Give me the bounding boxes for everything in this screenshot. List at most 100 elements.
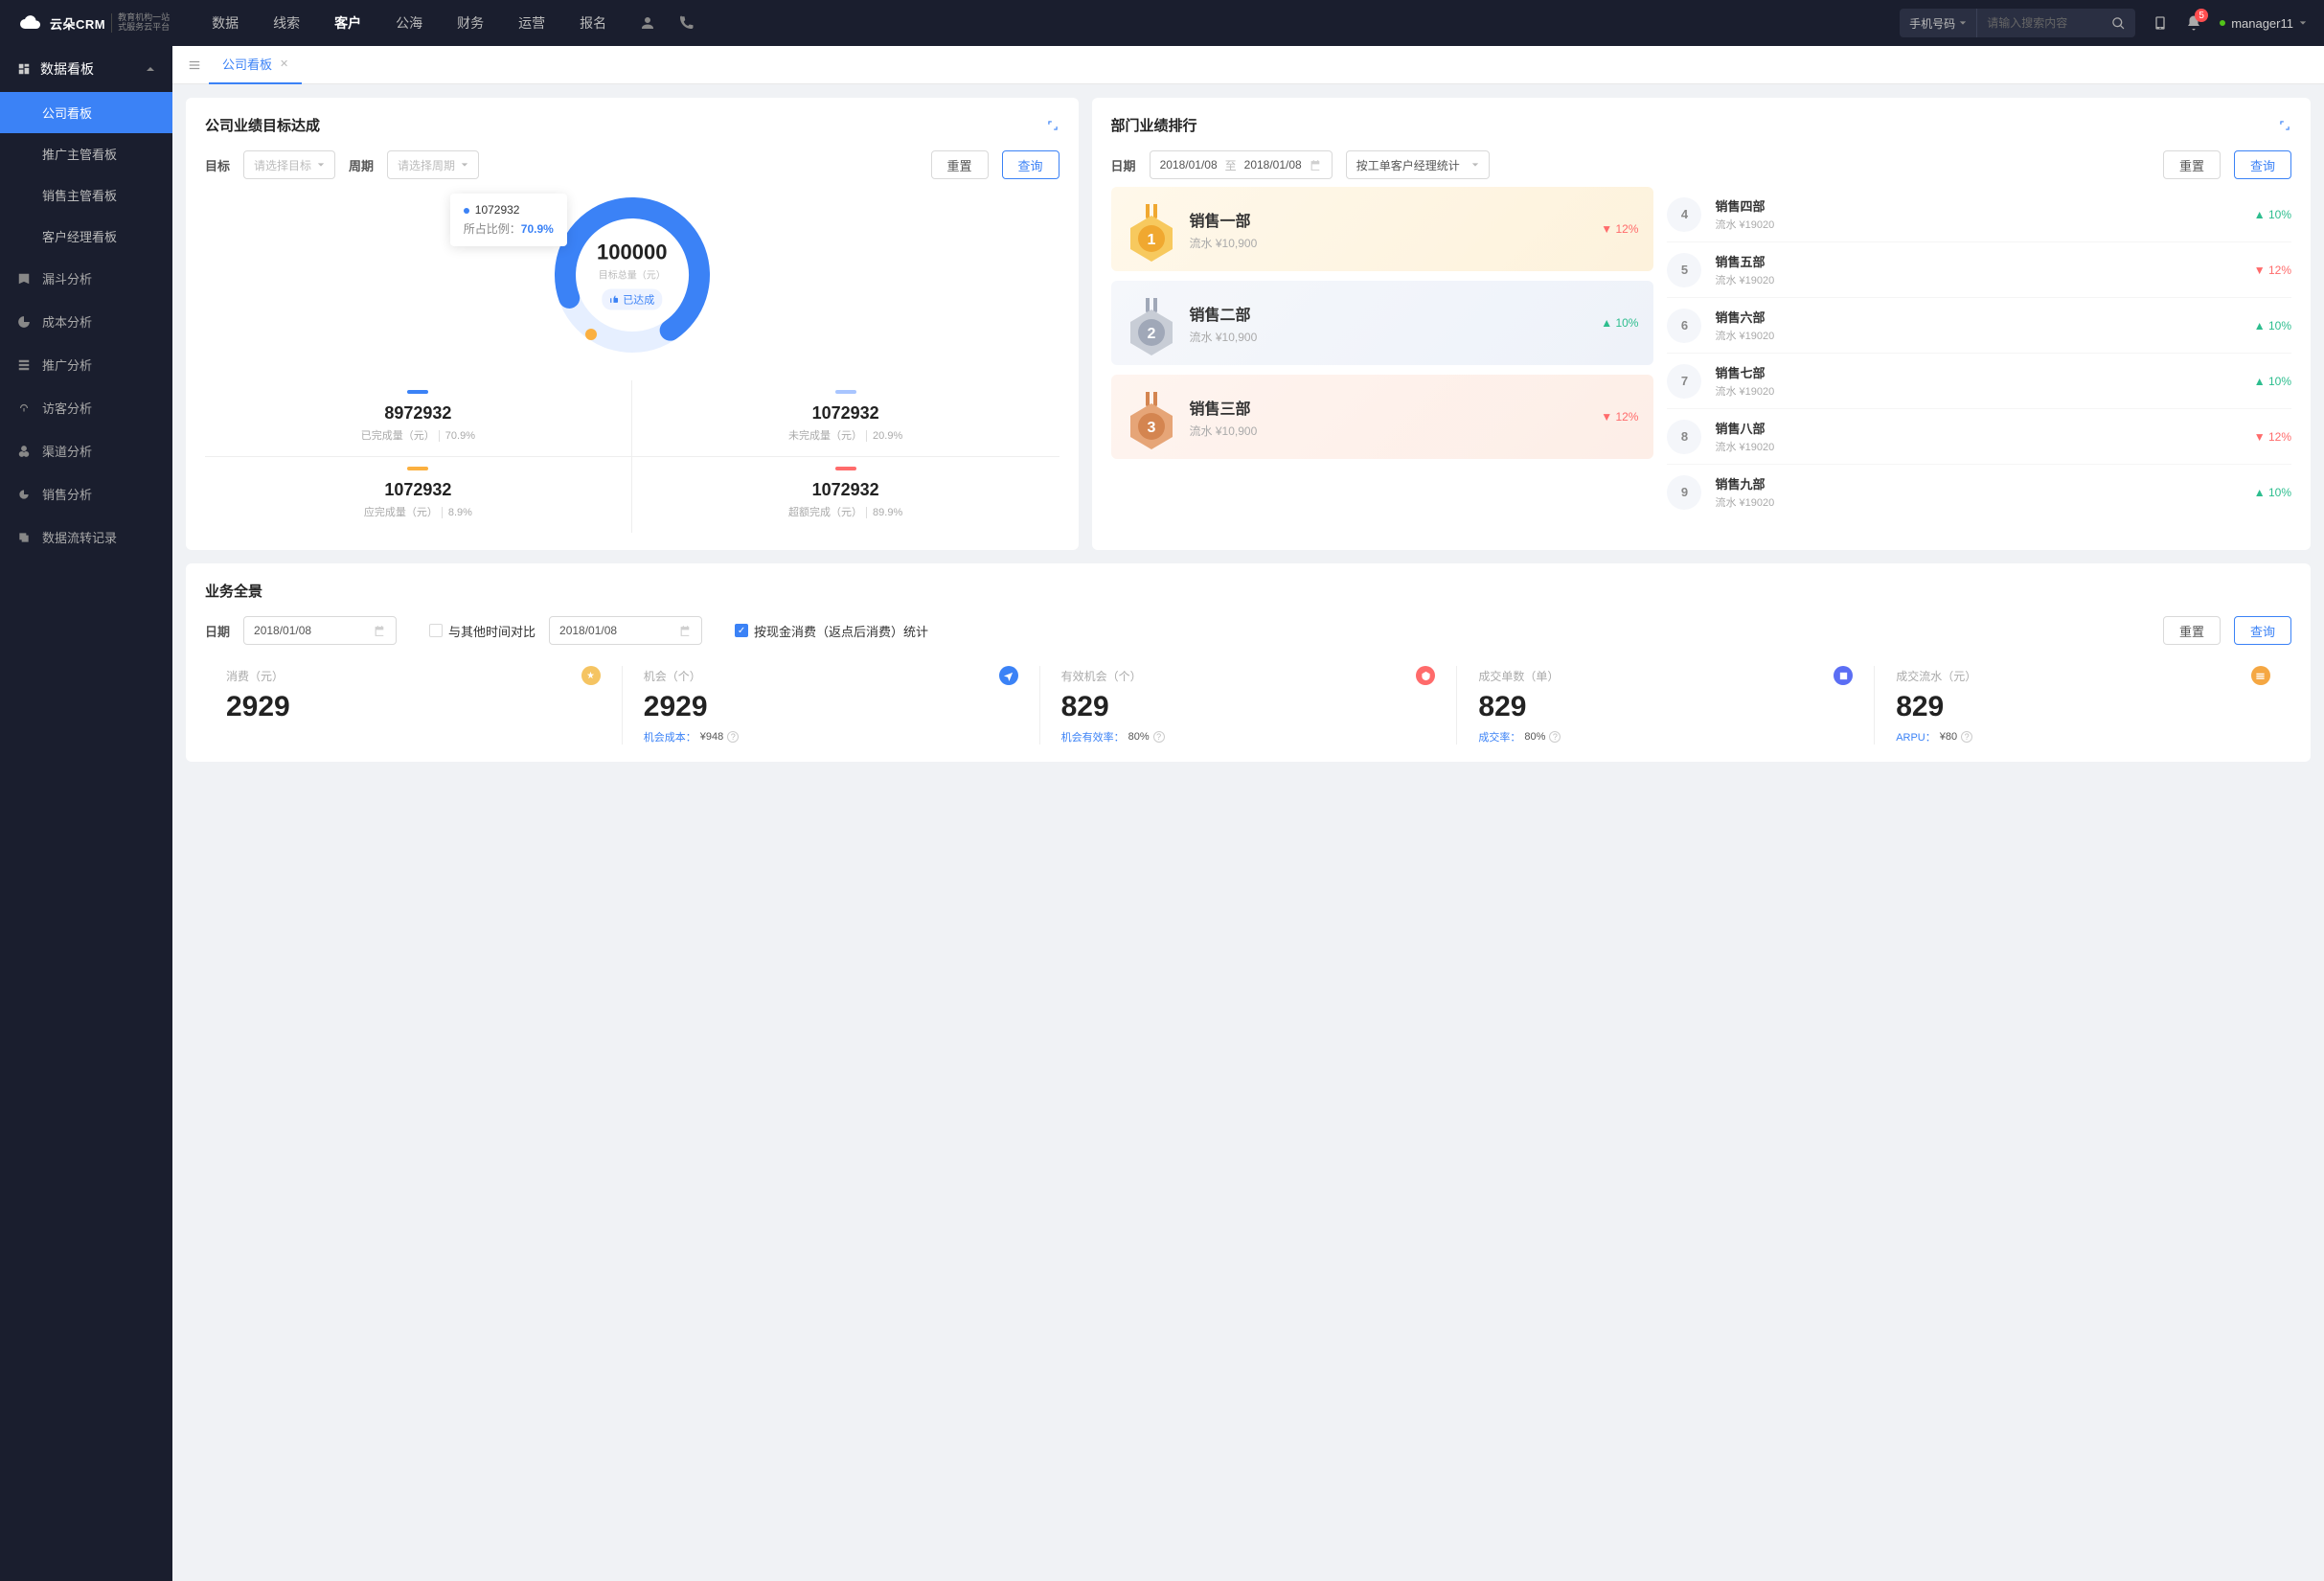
rank-card-top[interactable]: 3销售三部流水 ¥10,900▼ 12% [1111,375,1654,459]
goal-metric: 1072932应完成量（元）8.9% [205,457,632,533]
rank-card: 部门业绩排行 日期 2018/01/08 至 2018/01/08 [1092,98,2311,550]
chevron-down-icon [1959,19,1967,27]
search-button[interactable] [2102,16,2135,31]
rank-number: 4 [1667,197,1701,232]
trend-badge: ▼ 12% [2254,430,2291,444]
reset-button[interactable]: 重置 [2163,616,2221,645]
side-icon [17,401,31,415]
chart-tooltip: 1072932 所占比例：70.9% [450,194,567,246]
sidebar-group-header[interactable]: 数据看板 [0,46,172,92]
dashboard-icon [17,62,31,76]
sidebar-sub-item[interactable]: 公司看板 [0,92,172,133]
sidebar-item[interactable]: 访客分析 [0,386,172,429]
rank-row[interactable]: 7销售七部流水 ¥19020▲ 10% [1667,353,2291,408]
period-select[interactable]: 请选择周期 [387,150,479,179]
nav-item-6[interactable]: 报名 [576,0,610,46]
side-icon [17,445,31,458]
medal-icon: 2 [1127,298,1176,348]
kpi-value: 2929 [226,691,601,723]
rank-number: 5 [1667,253,1701,287]
donut-center-value: 100000 [597,241,667,265]
side-icon [17,272,31,286]
date-picker-1[interactable]: 2018/01/08 [243,616,397,645]
reset-button[interactable]: 重置 [931,150,989,179]
kpi-card: 消费（元）2929 [205,666,622,745]
kpi-value: 2929 [644,691,1018,723]
query-button[interactable]: 查询 [1002,150,1059,179]
kpi-card: 成交流水（元）829ARPU：¥80? [1874,666,2291,745]
svg-text:3: 3 [1147,420,1155,436]
search-input[interactable] [1977,16,2102,30]
kpi-value: 829 [1896,691,2270,723]
notification-badge: 5 [2195,9,2208,22]
rank-row[interactable]: 9销售九部流水 ¥19020▲ 10% [1667,464,2291,519]
chevron-down-icon [317,161,325,169]
help-icon[interactable]: ? [1549,731,1561,743]
rank-row[interactable]: 8销售八部流水 ¥19020▼ 12% [1667,408,2291,464]
notification-icon[interactable]: 5 [2185,14,2202,32]
rank-number: 7 [1667,364,1701,399]
sidebar-sub-item[interactable]: 推广主管看板 [0,133,172,174]
expand-icon[interactable] [2278,119,2291,132]
rank-number: 6 [1667,309,1701,343]
trend-badge: ▼ 12% [1601,410,1638,424]
query-button[interactable]: 查询 [2234,616,2291,645]
goal-metric: 8972932已完成量（元）70.9% [205,380,632,457]
cash-checkbox[interactable]: 按现金消费（返点后消费）统计 [735,622,928,640]
phone-icon[interactable] [677,14,695,32]
side-icon [17,315,31,329]
rank-card-top[interactable]: 2销售二部流水 ¥10,900▲ 10% [1111,281,1654,365]
rank-number: 8 [1667,420,1701,454]
expand-icon[interactable] [1046,119,1059,132]
help-icon[interactable]: ? [1153,731,1165,743]
chevron-down-icon [1471,161,1479,169]
tab-company-board[interactable]: 公司看板 ✕ [209,46,302,84]
reset-button[interactable]: 重置 [2163,150,2221,179]
device-icon[interactable] [2153,13,2168,33]
nav-item-2[interactable]: 客户 [330,0,365,46]
sidebar-sub-item[interactable]: 销售主管看板 [0,174,172,216]
rank-row[interactable]: 4销售四部流水 ¥19020▲ 10% [1667,187,2291,241]
achieved-badge: 已达成 [602,289,662,310]
svg-text:1: 1 [1147,232,1155,248]
kpi-icon [2251,666,2270,685]
nav-item-0[interactable]: 数据 [208,0,242,46]
donut-chart: 1072932 所占比例：70.9% 100000 目标总量（元） 已达成 [546,189,718,361]
kpi-icon [1834,666,1853,685]
goal-metric: 1072932未完成量（元）20.9% [632,380,1059,457]
date-picker-2[interactable]: 2018/01/08 [549,616,702,645]
user-menu[interactable]: manager11 [2220,16,2307,31]
sidebar-item[interactable]: 成本分析 [0,300,172,343]
sidebar-item[interactable]: 销售分析 [0,472,172,516]
sidebar-sub-item[interactable]: 客户经理看板 [0,216,172,257]
kpi-value: 829 [1061,691,1436,723]
logo-subtitle: 教育机构一站式服务云平台 [111,13,170,33]
sidebar-item[interactable]: 数据流转记录 [0,516,172,559]
logo[interactable]: 云朵CRM 教育机构一站式服务云平台 [17,11,170,34]
rank-row[interactable]: 5销售五部流水 ¥19020▼ 12% [1667,241,2291,297]
help-icon[interactable]: ? [727,731,739,743]
stat-type-select[interactable]: 按工单客户经理统计 [1346,150,1490,179]
top-nav: 数据线索客户公海财务运营报名 [208,0,610,46]
nav-item-4[interactable]: 财务 [453,0,488,46]
help-icon[interactable]: ? [1961,731,1972,743]
user-icon[interactable] [639,14,656,32]
goal-metric: 1072932超额完成（元）89.9% [632,457,1059,533]
rank-row[interactable]: 6销售六部流水 ¥19020▲ 10% [1667,297,2291,353]
sidebar-item[interactable]: 推广分析 [0,343,172,386]
sidebar-item[interactable]: 渠道分析 [0,429,172,472]
rank-card-top[interactable]: 1销售一部流水 ¥10,900▼ 12% [1111,187,1654,271]
query-button[interactable]: 查询 [2234,150,2291,179]
nav-item-5[interactable]: 运营 [514,0,549,46]
tab-menu-toggle[interactable] [180,58,209,72]
compare-checkbox[interactable]: 与其他时间对比 [429,622,535,640]
date-range-picker[interactable]: 2018/01/08 至 2018/01/08 [1150,150,1333,179]
nav-item-3[interactable]: 公海 [392,0,426,46]
trend-badge: ▼ 12% [2254,264,2291,277]
nav-item-1[interactable]: 线索 [269,0,304,46]
search-type-select[interactable]: 手机号码 [1900,9,1977,37]
close-icon[interactable]: ✕ [280,57,288,70]
kpi-value: 829 [1478,691,1853,723]
sidebar-item[interactable]: 漏斗分析 [0,257,172,300]
target-select[interactable]: 请选择目标 [243,150,335,179]
